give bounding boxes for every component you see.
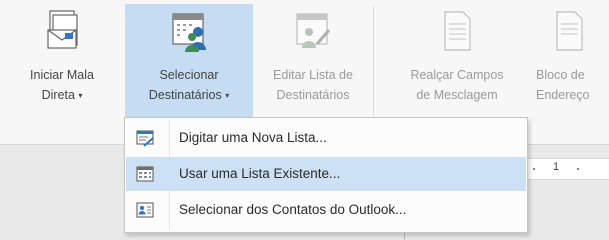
highlight-merge-fields-label-1: Realçar Campos: [410, 68, 504, 82]
address-block-icon: [556, 11, 583, 51]
chevron-down-icon: ▾: [225, 91, 230, 100]
start-mail-merge-label-2: Direta ▾: [41, 88, 83, 102]
select-recipients-label-1: Selecionar: [159, 68, 219, 82]
select-recipients-dropdown: Digitar uma Nova Lista... Usar uma Lista…: [124, 117, 528, 233]
start-mail-merge-button[interactable]: Iniciar Mala Direta ▾: [0, 4, 124, 117]
address-block-label-1: Bloco de: [536, 68, 585, 82]
type-new-list-icon: [136, 130, 154, 147]
select-recipients-label-2: Destinatários ▾: [148, 88, 230, 102]
edit-recipient-list-icon: [296, 13, 331, 48]
address-block-label-2: Endereço: [536, 88, 590, 102]
highlight-merge-fields-label-2: de Mesclagem: [416, 88, 498, 102]
start-mail-merge-label-1: Iniciar Mala: [30, 68, 94, 82]
menu-item-label: Digitar uma Nova Lista...: [179, 130, 327, 145]
start-mail-merge-icon: [47, 10, 78, 49]
highlight-merge-fields-icon: [444, 11, 471, 51]
ruler-number: 1: [553, 161, 560, 173]
edit-recipient-list-button[interactable]: Editar Lista de Destinatários: [253, 4, 373, 117]
chevron-down-icon: ▾: [78, 91, 83, 100]
group-separator: [373, 6, 374, 116]
menu-item-label: Selecionar dos Contatos do Outlook...: [179, 202, 407, 217]
ruler-tick: [577, 168, 579, 170]
menu-item-use-existing-list[interactable]: Usar uma Lista Existente...: [126, 157, 526, 191]
edit-recipient-list-label-1: Editar Lista de: [273, 68, 353, 82]
edit-recipient-list-label-2: Destinatários: [276, 88, 350, 102]
select-recipients-icon: [172, 13, 206, 52]
address-block-button[interactable]: Bloco de Endereço: [529, 4, 609, 117]
use-existing-list-icon: [136, 166, 154, 182]
highlight-merge-fields-button[interactable]: Realçar Campos de Mesclagem: [385, 4, 529, 117]
outlook-contacts-icon: [136, 202, 154, 218]
menu-item-outlook-contacts[interactable]: Selecionar dos Contatos do Outlook...: [126, 193, 526, 227]
ruler-tick: [533, 168, 535, 170]
menu-item-label: Usar uma Lista Existente...: [179, 166, 341, 181]
select-recipients-button[interactable]: Selecionar Destinatários ▾: [125, 4, 253, 117]
menu-item-type-new-list[interactable]: Digitar uma Nova Lista...: [126, 121, 526, 155]
